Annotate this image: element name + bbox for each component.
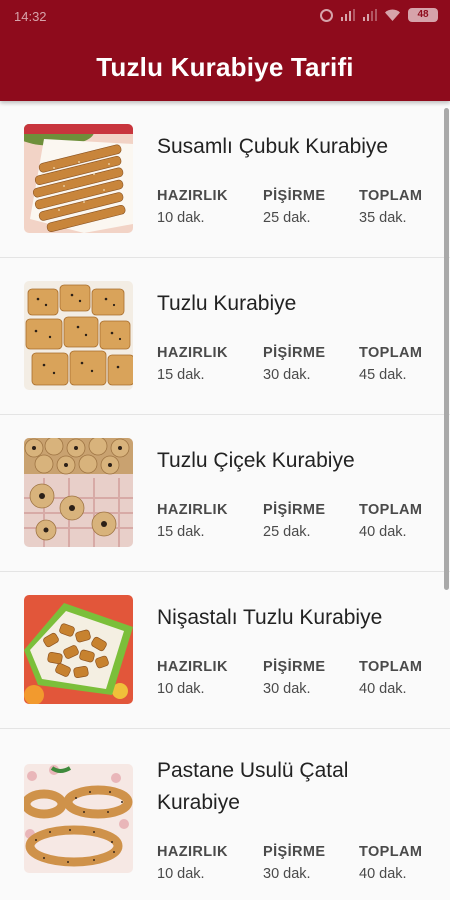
- total-value: 40 dak.: [359, 866, 407, 882]
- recipe-thumbnail: [24, 764, 133, 873]
- prep-time: HAZIRLIK 15 dak.: [157, 342, 228, 386]
- cook-label: PİŞİRME: [263, 659, 326, 675]
- cook-value: 30 dak.: [263, 681, 311, 697]
- total-label: TOPLAM: [359, 345, 423, 361]
- total-label: TOPLAM: [359, 188, 423, 204]
- recipe-thumbnail: [24, 595, 133, 704]
- total-label: TOPLAM: [359, 502, 423, 518]
- prep-label: HAZIRLIK: [157, 844, 228, 860]
- prep-value: 10 dak.: [157, 210, 205, 226]
- cook-value: 30 dak.: [263, 866, 311, 882]
- recipe-row[interactable]: Tuzlu Kurabiye HAZIRLIK 15 dak. PİŞİRME …: [0, 258, 450, 415]
- status-bar: 14:32 48: [0, 0, 450, 32]
- total-value: 35 dak.: [359, 210, 407, 226]
- prep-label: HAZIRLIK: [157, 502, 228, 518]
- cook-time: PİŞİRME 25 dak.: [263, 185, 325, 229]
- prep-value: 10 dak.: [157, 681, 205, 697]
- recipe-thumbnail: [24, 281, 133, 390]
- prep-label: HAZIRLIK: [157, 188, 228, 204]
- recipe-name: Pastane Usulü Çatal Kurabiye: [157, 759, 349, 814]
- cook-value: 25 dak.: [263, 524, 311, 540]
- cook-value: 30 dak.: [263, 367, 311, 383]
- scrollbar[interactable]: [444, 108, 449, 590]
- signal-icon: [341, 9, 355, 21]
- recipe-row[interactable]: Susamlı Çubuk Kurabiye HAZIRLIK 10 dak. …: [0, 101, 450, 258]
- recipe-row[interactable]: Pastane Usulü Çatal Kurabiye HAZIRLIK 10…: [0, 729, 450, 900]
- cook-label: PİŞİRME: [263, 188, 326, 204]
- prep-time: HAZIRLIK 10 dak.: [157, 185, 228, 229]
- total-time: TOPLAM 45 dak.: [359, 342, 422, 386]
- cook-label: PİŞİRME: [263, 502, 326, 518]
- prep-label: HAZIRLIK: [157, 659, 228, 675]
- recipe-thumbnail: [24, 438, 133, 547]
- prep-value: 10 dak.: [157, 866, 205, 882]
- cook-time: PİŞİRME 30 dak.: [263, 841, 325, 885]
- prep-label: HAZIRLIK: [157, 345, 228, 361]
- total-label: TOPLAM: [359, 844, 423, 860]
- cook-label: PİŞİRME: [263, 844, 326, 860]
- cook-value: 25 dak.: [263, 210, 311, 226]
- app-bar: 14:32 48 Tuzlu Kurabiye Tarifi: [0, 0, 450, 101]
- total-value: 40 dak.: [359, 524, 407, 540]
- prep-time: HAZIRLIK 10 dak.: [157, 656, 228, 700]
- total-value: 40 dak.: [359, 681, 407, 697]
- recipe-row[interactable]: Nişastalı Tuzlu Kurabiye HAZIRLIK 10 dak…: [0, 572, 450, 729]
- cook-time: PİŞİRME 30 dak.: [263, 656, 325, 700]
- signal-icon-2: [363, 9, 377, 21]
- status-time: 14:32: [14, 9, 47, 24]
- total-value: 45 dak.: [359, 367, 407, 383]
- cook-time: PİŞİRME 30 dak.: [263, 342, 325, 386]
- page-title: Tuzlu Kurabiye Tarifi: [96, 52, 354, 82]
- total-time: TOPLAM 40 dak.: [359, 499, 422, 543]
- battery-icon: 48: [408, 8, 438, 22]
- cook-time: PİŞİRME 25 dak.: [263, 499, 325, 543]
- wifi-icon: [385, 9, 400, 21]
- cook-label: PİŞİRME: [263, 345, 326, 361]
- prep-time: HAZIRLIK 10 dak.: [157, 841, 228, 885]
- total-time: TOPLAM 40 dak.: [359, 656, 422, 700]
- recipe-name: Tuzlu Kurabiye: [157, 292, 297, 315]
- recipe-name: Tuzlu Çiçek Kurabiye: [157, 449, 355, 472]
- alarm-icon: [320, 8, 333, 22]
- recipe-name: Susamlı Çubuk Kurabiye: [157, 135, 389, 158]
- total-label: TOPLAM: [359, 659, 423, 675]
- prep-value: 15 dak.: [157, 524, 205, 540]
- total-time: TOPLAM 40 dak.: [359, 841, 422, 885]
- recipe-row[interactable]: Tuzlu Çiçek Kurabiye HAZIRLIK 15 dak. Pİ…: [0, 415, 450, 572]
- prep-value: 15 dak.: [157, 367, 205, 383]
- total-time: TOPLAM 35 dak.: [359, 185, 422, 229]
- recipe-list[interactable]: Susamlı Çubuk Kurabiye HAZIRLIK 10 dak. …: [0, 101, 450, 900]
- prep-time: HAZIRLIK 15 dak.: [157, 499, 228, 543]
- recipe-thumbnail: [24, 124, 133, 233]
- recipe-name: Nişastalı Tuzlu Kurabiye: [157, 606, 383, 629]
